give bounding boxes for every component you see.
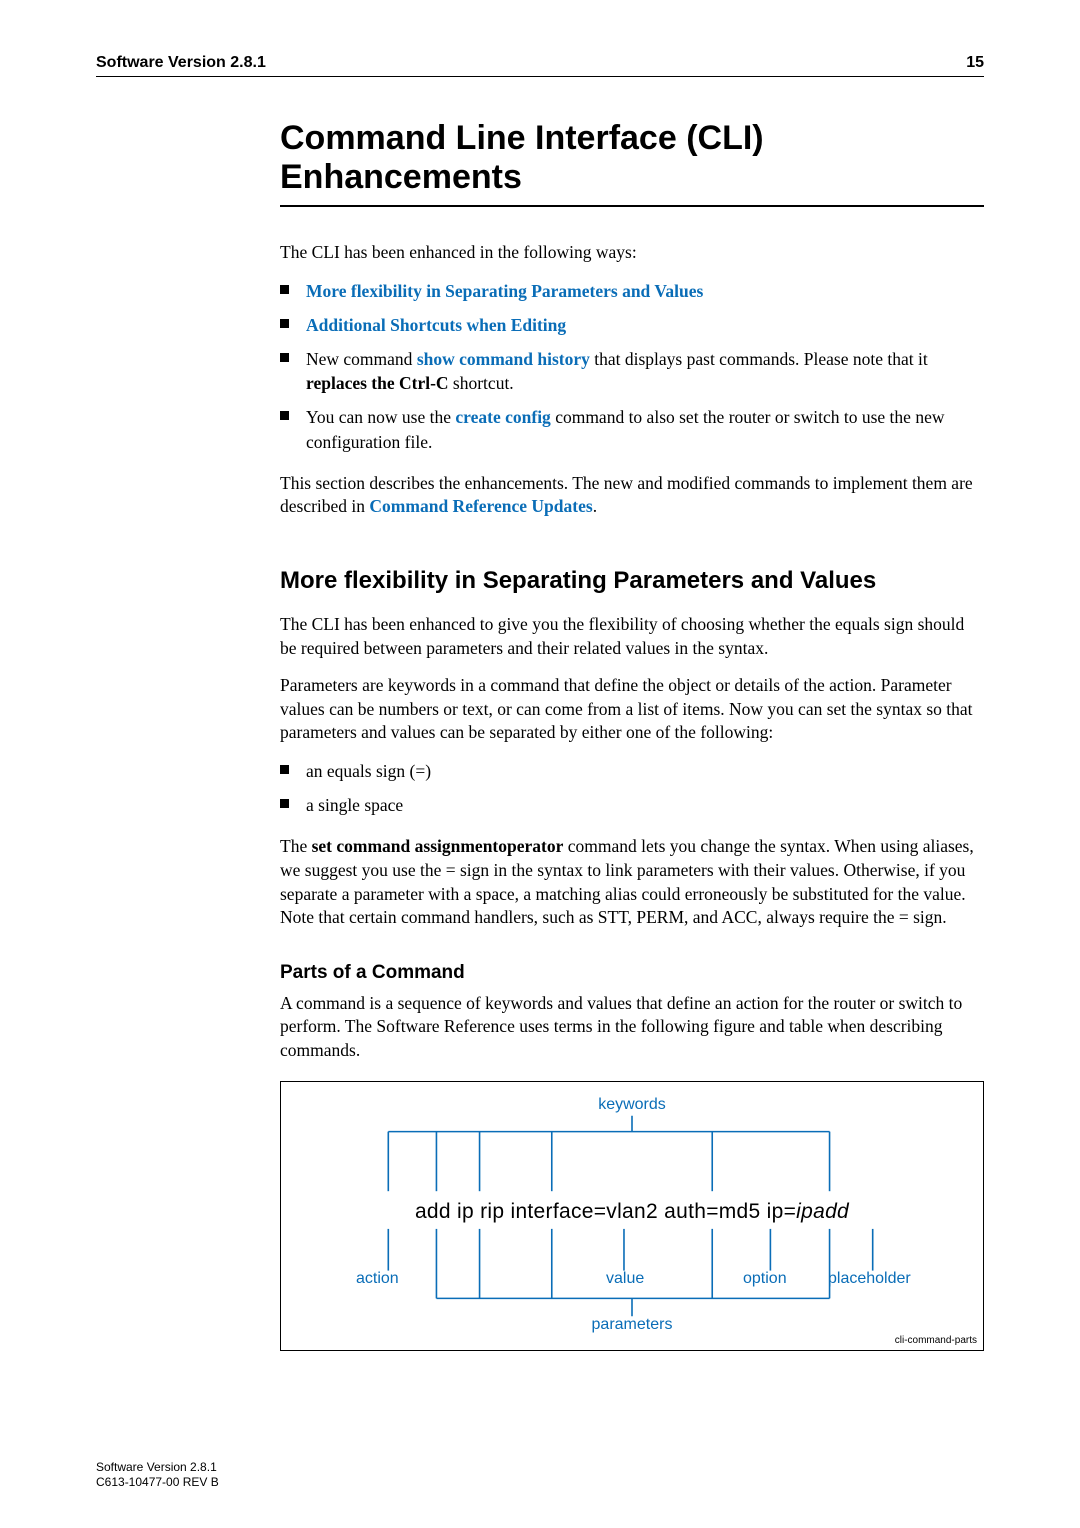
figure-label-value: value [606, 1270, 644, 1288]
page-title: Command Line Interface (CLI) Enhancement… [280, 119, 984, 197]
bold-command-name: set command assignmentoperator [312, 836, 564, 856]
separator-list: an equals sign (=) a single space [280, 759, 984, 817]
enhancement-list: More flexibility in Separating Parameter… [280, 279, 984, 454]
content-column: Command Line Interface (CLI) Enhancement… [280, 119, 984, 1351]
body-paragraph: Parameters are keywords in a command tha… [280, 674, 984, 745]
body-paragraph: A command is a sequence of keywords and … [280, 992, 984, 1063]
subsection-heading: Parts of a Command [280, 962, 984, 984]
list-item: You can now use the create config comman… [280, 405, 984, 453]
header-page-number: 15 [966, 54, 984, 72]
list-item: Additional Shortcuts when Editing [280, 313, 984, 337]
figure-reference-id: cli-command-parts [895, 1335, 977, 1346]
header-left: Software Version 2.8.1 [96, 54, 266, 72]
text: shortcut. [449, 373, 514, 393]
list-item: an equals sign (=) [280, 759, 984, 783]
list-item: New command show command history that di… [280, 347, 984, 395]
figure-label-placeholder: placeholder [828, 1270, 911, 1288]
figure-label-option: option [743, 1270, 787, 1288]
link-command-reference-updates[interactable]: Command Reference Updates [369, 496, 592, 516]
text: . [593, 496, 597, 516]
command-parts-figure: keywords add ip rip interface=vlan2 auth… [280, 1081, 984, 1351]
body-paragraph: The CLI has been enhanced to give you th… [280, 613, 984, 660]
bold-replaces-ctrl-c: replaces the Ctrl-C [306, 373, 449, 393]
text: The [280, 836, 312, 856]
title-line-1: Command Line Interface (CLI) [280, 119, 764, 157]
link-additional-shortcuts[interactable]: Additional Shortcuts when Editing [306, 315, 566, 335]
footer-line-1: Software Version 2.8.1 [96, 1460, 219, 1475]
title-rule [280, 205, 984, 207]
text: You can now use the [306, 407, 455, 427]
intro-paragraph: The CLI has been enhanced in the followi… [280, 241, 984, 265]
link-create-config[interactable]: create config [455, 407, 550, 427]
figure-label-action: action [356, 1270, 399, 1288]
text: New command [306, 349, 417, 369]
figure-connectors [281, 1082, 983, 1350]
list-item: More flexibility in Separating Parameter… [280, 279, 984, 303]
title-line-2: Enhancements [280, 158, 522, 196]
running-header: Software Version 2.8.1 15 [96, 54, 984, 77]
text: that displays past commands. Please note… [590, 349, 928, 369]
list-item: a single space [280, 793, 984, 817]
page-footer: Software Version 2.8.1 C613-10477-00 REV… [96, 1460, 219, 1490]
bridge-paragraph: This section describes the enhancements.… [280, 472, 984, 519]
figure-label-parameters: parameters [281, 1316, 983, 1334]
link-show-command-history[interactable]: show command history [417, 349, 590, 369]
section-heading: More flexibility in Separating Parameter… [280, 567, 984, 595]
link-more-flexibility[interactable]: More flexibility in Separating Parameter… [306, 281, 703, 301]
body-paragraph: The set command assignmentoperator comma… [280, 835, 984, 930]
footer-line-2: C613-10477-00 REV B [96, 1475, 219, 1490]
